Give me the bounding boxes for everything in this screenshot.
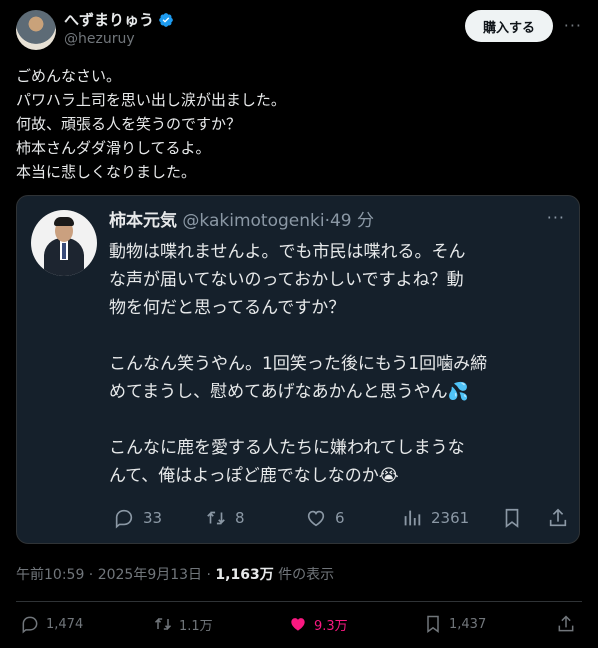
quoted-text-line xyxy=(109,322,571,350)
author-handle[interactable]: @hezuruy xyxy=(64,31,135,47)
quoted-views-count: 2361 xyxy=(431,509,470,527)
quoted-like-count: 6 xyxy=(335,509,345,527)
more-options-icon[interactable]: ··· xyxy=(564,16,582,35)
tweet-text-line: 本当に悲しくなりました。 xyxy=(16,163,197,181)
quoted-text-line: 物を何だと思ってるんですか？ xyxy=(109,298,346,318)
tweet-text: ごめんなさい。 パワハラ上司を思い出し涙が出ました。 何故、頑張る人を笑うのです… xyxy=(16,64,582,184)
tweet-text-line: 何故、頑張る人を笑うのですか？ xyxy=(16,115,242,133)
verified-badge-icon xyxy=(159,13,173,27)
bookmark-icon xyxy=(427,615,439,633)
share-icon xyxy=(549,508,567,527)
quoted-text-line: 動物は喋れませんよ。でも市民は喋れる。そん xyxy=(109,242,466,262)
buy-button[interactable]: 購入する xyxy=(465,10,553,42)
quoted-text-line: こんなん笑うやん。1回笑った後にもう1回噛み締 xyxy=(109,354,488,374)
quoted-author-name[interactable]: 柿本元気 xyxy=(109,211,177,231)
share-button[interactable] xyxy=(556,612,582,636)
quoted-tweet-card[interactable]: 柿本元気 @kakimotogenki·49 分 ··· 動物は喋れませんよ。で… xyxy=(16,195,580,544)
quoted-text-line: んて、俺はよっぽど鹿でなしなのか😭 xyxy=(109,466,399,486)
like-button[interactable]: 9.3万 xyxy=(288,612,348,636)
retweet-button[interactable]: 1.1万 xyxy=(153,612,213,636)
tweet-text-line: 柿本さんダダ滑りしてるよ。 xyxy=(16,139,211,157)
tweet-timestamp[interactable]: 午前10:59 · 2025年9月13日 · xyxy=(16,567,215,583)
author-name[interactable]: へずまりゅう xyxy=(64,11,154,29)
bookmark-count: 1,437 xyxy=(449,616,487,632)
divider xyxy=(16,601,582,602)
tweet-meta: 午前10:59 · 2025年9月13日 · 1,163万 件の表示 xyxy=(16,564,334,584)
reply-count: 1,474 xyxy=(46,616,84,632)
like-icon xyxy=(291,618,305,631)
share-icon xyxy=(558,615,574,632)
quoted-author-avatar[interactable] xyxy=(31,210,97,276)
quoted-text-line xyxy=(109,406,571,434)
quoted-views-button[interactable]: 2361 xyxy=(401,506,469,530)
quoted-author-handle[interactable]: @kakimotogenki xyxy=(182,211,324,231)
view-count: 1,163万 xyxy=(215,567,274,583)
quoted-timestamp[interactable]: ·49 分 xyxy=(325,211,374,231)
bookmark-button[interactable]: 1,437 xyxy=(423,612,486,636)
tweet-header: へずまりゅう @hezuruy 購入する ··· xyxy=(16,8,582,52)
quoted-reply-count: 33 xyxy=(143,509,163,527)
reply-icon xyxy=(22,616,38,634)
quoted-bookmark-button[interactable] xyxy=(501,506,531,530)
like-icon xyxy=(307,510,325,527)
quoted-more-options-icon[interactable]: ··· xyxy=(547,208,565,227)
author-name-row[interactable]: へずまりゅう xyxy=(64,9,174,30)
quoted-share-button[interactable] xyxy=(547,506,577,530)
author-avatar[interactable] xyxy=(16,10,56,50)
quoted-like-button[interactable]: 6 xyxy=(305,506,345,530)
tweet-text-line: ごめんなさい。 xyxy=(16,67,122,85)
retweet-icon xyxy=(154,618,172,630)
quoted-text-line: めてまうし、慰めてあげなあかんと思うやん💦 xyxy=(109,382,469,402)
like-count: 9.3万 xyxy=(314,618,348,634)
quoted-text-line: こんなに鹿を愛する人たちに嫌われてしまうな xyxy=(109,438,465,458)
retweet-icon xyxy=(207,511,225,525)
quoted-tweet-text: 動物は喋れませんよ。でも市民は喋れる。そん な声が届いてないのっておかしいですよ… xyxy=(109,238,571,490)
quoted-retweet-count: 8 xyxy=(235,509,245,527)
quoted-retweet-button[interactable]: 8 xyxy=(205,506,245,530)
view-count-label: 件の表示 xyxy=(273,567,335,583)
quoted-reply-button[interactable]: 33 xyxy=(113,506,162,530)
views-icon xyxy=(404,510,421,526)
tweet-action-bar: 1,474 1.1万 9.3万 1,437 xyxy=(16,612,582,636)
quoted-author-row: 柿本元気 @kakimotogenki·49 分 xyxy=(109,206,374,231)
reply-icon xyxy=(115,509,133,529)
tweet-text-line: パワハラ上司を思い出し涙が出ました。 xyxy=(16,91,286,109)
bookmark-icon xyxy=(505,508,519,528)
quoted-text-line: な声が届いてないのっておかしいですよね？動 xyxy=(109,270,464,290)
retweet-count: 1.1万 xyxy=(179,618,213,634)
quoted-action-bar: 33 8 6 2361 xyxy=(109,506,571,530)
reply-button[interactable]: 1,474 xyxy=(20,612,83,636)
